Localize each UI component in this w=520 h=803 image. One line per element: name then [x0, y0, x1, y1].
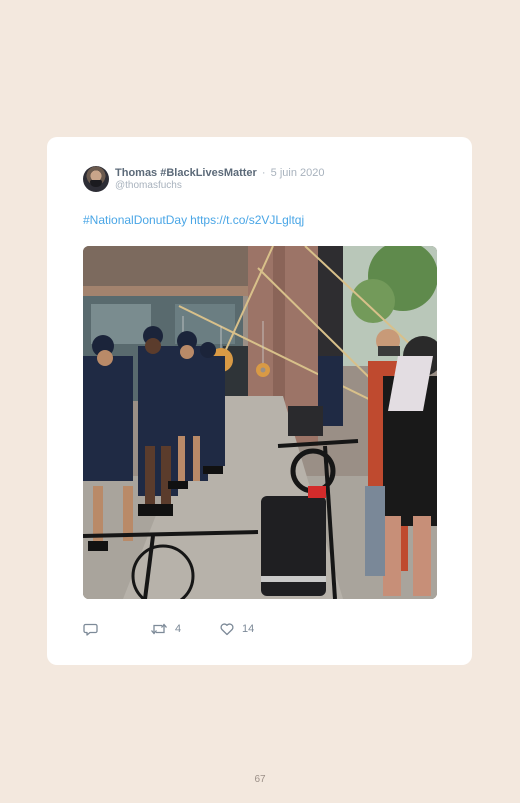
reply-action[interactable] [83, 621, 99, 637]
avatar[interactable] [83, 166, 109, 192]
retweet-icon [151, 623, 167, 635]
author-handle[interactable]: @thomasfuchs [115, 180, 182, 192]
heart-icon [220, 623, 234, 636]
avatar-mask-detail [90, 180, 102, 187]
header-separator: · [261, 167, 266, 179]
tweet-actions: 4 14 [83, 621, 437, 637]
like-action[interactable]: 14 [219, 621, 254, 637]
tweet-photo[interactable] [83, 246, 437, 599]
like-count: 14 [242, 623, 255, 635]
hashtag-link[interactable]: #NationalDonutDay [83, 213, 187, 227]
tweet-date[interactable]: 5 juin 2020 [271, 167, 325, 179]
tweet-header: Thomas #BlackLivesMatter · 5 juin 2020 [115, 167, 324, 180]
tweet-card: Thomas #BlackLivesMatter · 5 juin 2020 @… [47, 137, 472, 665]
photo-illustration [83, 246, 437, 599]
retweet-count: 4 [175, 623, 182, 635]
url-link[interactable]: https://t.co/s2VJLgltqj [190, 213, 304, 227]
page-number: 67 [254, 774, 266, 785]
author-name[interactable]: Thomas #BlackLivesMatter [115, 167, 257, 179]
retweet-action[interactable]: 4 [150, 621, 181, 637]
tweet-text: #NationalDonutDay https://t.co/s2VJLgltqj [83, 213, 307, 227]
reply-icon [83, 623, 98, 636]
